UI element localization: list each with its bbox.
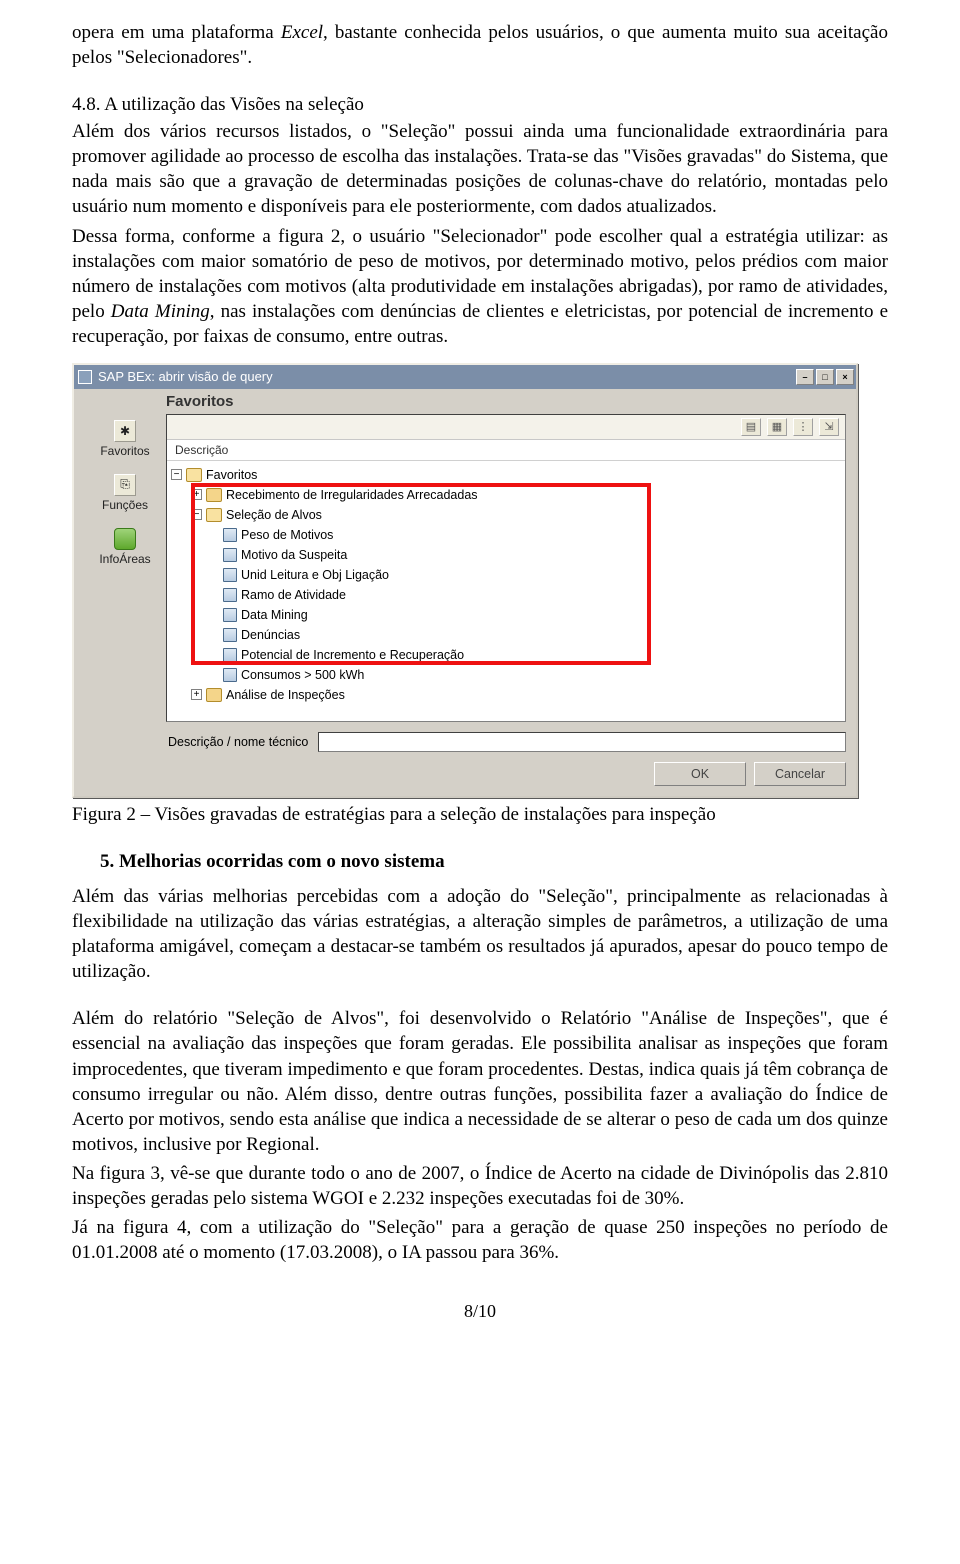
sidebar-item-funcoes[interactable]: ⎘ Funções <box>84 472 166 526</box>
sap-dialog: SAP BEx: abrir visão de query – □ × Favo… <box>72 363 858 798</box>
maximize-button[interactable]: □ <box>816 369 834 385</box>
expand-plus-icon[interactable]: + <box>191 489 202 500</box>
folder-icon <box>206 688 222 702</box>
expand-minus-icon[interactable]: − <box>191 509 202 520</box>
infoareas-icon <box>114 528 136 550</box>
view-icon <box>223 668 237 682</box>
p1a-text: opera em uma plataforma <box>72 22 281 43</box>
sidebar: ✱ Favoritos ⎘ Funções InfoÁreas <box>84 414 166 722</box>
window-title: SAP BEx: abrir visão de query <box>98 369 796 384</box>
tree-leaf-motivo[interactable]: Motivo da Suspeita <box>171 545 841 565</box>
section-5-heading: 5. Melhorias ocorridas com o novo sistem… <box>100 849 888 874</box>
tree-leaf-consumos[interactable]: Consumos > 500 kWh <box>171 665 841 685</box>
paragraph-visoes-2: Dessa forma, conforme a figura 2, o usuá… <box>72 224 888 349</box>
tree-selecao-label: Seleção de Alvos <box>226 508 322 522</box>
paragraph-melhorias-2: Além do relatório "Seleção de Alvos", fo… <box>72 1006 888 1156</box>
sidebar-label-infoareas: InfoÁreas <box>99 552 150 566</box>
expand-icon: ⇲ <box>824 420 833 433</box>
menu-icon: ⋮ <box>798 420 809 433</box>
tree-pane: ▤ ▦ ⋮ ⇲ Descrição − Favoritos + <box>166 414 846 722</box>
paragraph-excel: opera em uma plataforma Excel, bastante … <box>72 20 888 70</box>
section48-num: 4.8. A utilização das <box>72 94 230 115</box>
sidebar-item-infoareas[interactable]: InfoÁreas <box>84 526 166 580</box>
folder-icon <box>206 488 222 502</box>
p1-italic-excel: Excel <box>281 22 323 43</box>
figure-2-caption: Figura 2 – Visões gravadas de estratégia… <box>72 802 888 827</box>
functions-icon: ⎘ <box>114 474 136 496</box>
cancel-label: Cancelar <box>775 767 825 781</box>
toolbar-btn-2[interactable]: ▦ <box>767 418 787 436</box>
tree-root-favoritos[interactable]: − Favoritos <box>171 465 841 485</box>
tree-selecao-alvos[interactable]: − Seleção de Alvos <box>171 505 841 525</box>
cancel-button[interactable]: Cancelar <box>754 762 846 786</box>
ok-button[interactable]: OK <box>654 762 746 786</box>
sidebar-label-funcoes: Funções <box>102 498 148 512</box>
column-header-descricao: Descrição <box>167 440 845 461</box>
toolbar-btn-3[interactable]: ⋮ <box>793 418 813 436</box>
tree-analise[interactable]: + Análise de Inspeções <box>171 685 841 705</box>
tree-leaf-label: Potencial de Incremento e Recuperação <box>241 648 464 662</box>
grid-icon: ▤ <box>746 420 756 433</box>
view-icon <box>223 568 237 582</box>
star-icon: ✱ <box>114 420 136 442</box>
toolbar-btn-1[interactable]: ▤ <box>741 418 761 436</box>
tree: − Favoritos + Recebimento de Irregularid… <box>167 461 845 721</box>
grid2-icon: ▦ <box>772 420 782 433</box>
expand-plus-icon[interactable]: + <box>191 689 202 700</box>
view-icon <box>223 528 237 542</box>
favorites-heading: Favoritos <box>74 389 856 414</box>
tree-leaf-label: Consumos > 500 kWh <box>241 668 364 682</box>
desc-name-input[interactable] <box>318 732 846 752</box>
view-icon <box>223 628 237 642</box>
paragraph-visoes-1: Além dos vários recursos listados, o "Se… <box>72 119 888 219</box>
titlebar[interactable]: SAP BEx: abrir visão de query – □ × <box>74 365 856 389</box>
expand-minus-icon[interactable]: − <box>171 469 182 480</box>
ok-label: OK <box>691 767 709 781</box>
toolbar-btn-4[interactable]: ⇲ <box>819 418 839 436</box>
sidebar-item-favoritos[interactable]: ✱ Favoritos <box>84 418 166 472</box>
tree-leaf-ramo[interactable]: Ramo de Atividade <box>171 585 841 605</box>
tree-leaf-unid[interactable]: Unid Leitura e Obj Ligação <box>171 565 841 585</box>
view-icon <box>223 548 237 562</box>
tree-leaf-label: Data Mining <box>241 608 308 622</box>
view-icon <box>223 608 237 622</box>
page-number: 8/10 <box>72 1301 888 1322</box>
tree-leaf-label: Motivo da Suspeita <box>241 548 347 562</box>
tree-recebimento[interactable]: + Recebimento de Irregularidades Arrecad… <box>171 485 841 505</box>
tree-leaf-potencial[interactable]: Potencial de Incremento e Recuperação <box>171 645 841 665</box>
tree-leaf-label: Denúncias <box>241 628 300 642</box>
tree-leaf-label: Ramo de Atividade <box>241 588 346 602</box>
close-button[interactable]: × <box>836 369 854 385</box>
close-icon: × <box>842 372 847 382</box>
tree-leaf-datamining[interactable]: Data Mining <box>171 605 841 625</box>
sap-app-icon <box>78 370 92 384</box>
tree-recebimento-label: Recebimento de Irregularidades Arrecadad… <box>226 488 478 502</box>
folder-open-icon <box>206 508 222 522</box>
tree-leaf-denuncias[interactable]: Denúncias <box>171 625 841 645</box>
paragraph-melhorias-1: Além das várias melhorias percebidas com… <box>72 884 888 984</box>
tree-root-label: Favoritos <box>206 468 257 482</box>
maximize-icon: □ <box>822 372 827 382</box>
view-icon <box>223 588 237 602</box>
folder-open-icon <box>186 468 202 482</box>
section48-vis: Visões <box>230 94 281 115</box>
tree-leaf-label: Peso de Motivos <box>241 528 333 542</box>
desc-name-label: Descrição / nome técnico <box>168 735 308 749</box>
view-icon <box>223 648 237 662</box>
tree-leaf-peso[interactable]: Peso de Motivos <box>171 525 841 545</box>
paragraph-figura3: Na figura 3, vê-se que durante todo o an… <box>72 1161 888 1211</box>
p3-italic-datamining: Data Mining <box>111 301 210 322</box>
minimize-icon: – <box>802 372 807 382</box>
section48-rest: na seleção <box>281 94 364 115</box>
sidebar-label-favoritos: Favoritos <box>100 444 149 458</box>
tree-analise-label: Análise de Inspeções <box>226 688 345 702</box>
minimize-button[interactable]: – <box>796 369 814 385</box>
paragraph-figura4: Já na figura 4, com a utilização do "Sel… <box>72 1215 888 1265</box>
section-4-8-heading: 4.8. A utilização das Visões na seleção <box>72 92 888 117</box>
tree-leaf-label: Unid Leitura e Obj Ligação <box>241 568 389 582</box>
